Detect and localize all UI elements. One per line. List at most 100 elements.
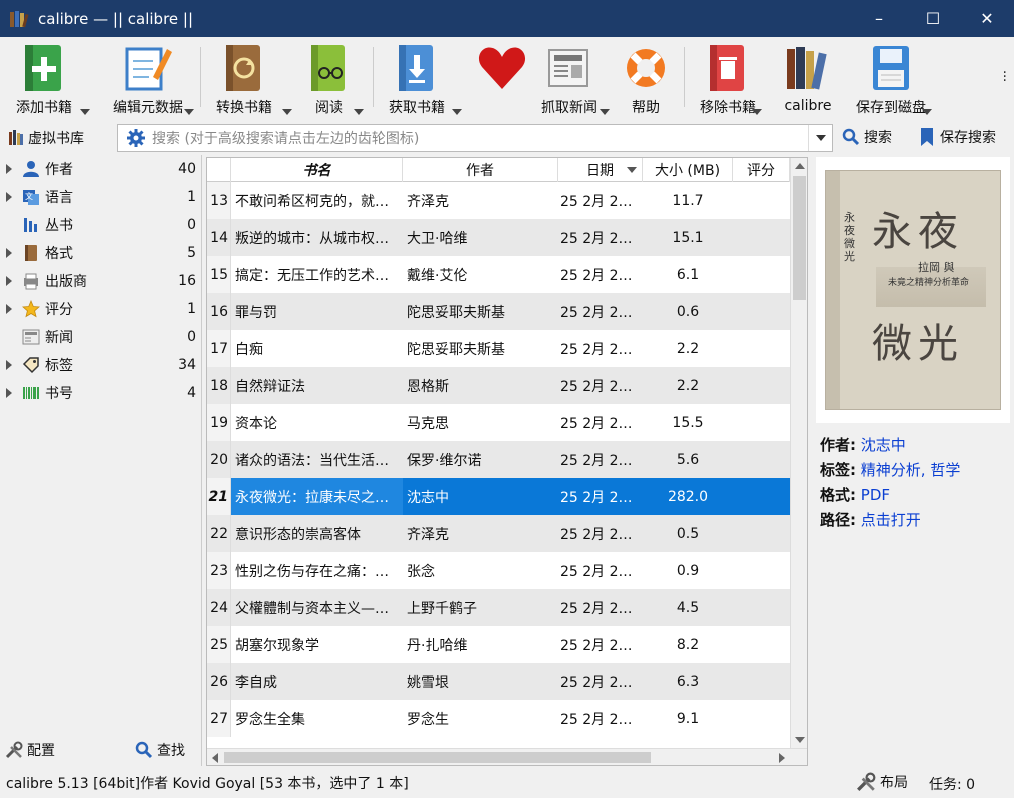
table-row[interactable]: 14 叛逆的城市：从城市权… 大卫·哈维 25 2月 2… 15.1 (207, 219, 790, 256)
donate-button[interactable] (472, 41, 532, 117)
table-row[interactable]: 23 性别之伤与存在之痛：… 张念 25 2月 2… 0.9 (207, 552, 790, 589)
date-cell[interactable]: 25 2月 2… (558, 441, 643, 478)
rating-cell[interactable] (733, 552, 790, 589)
date-cell[interactable]: 25 2月 2… (558, 256, 643, 293)
fetch-news-button[interactable]: 抓取新闻 (538, 41, 600, 117)
row-number-cell[interactable]: 17 (207, 330, 231, 367)
size-cell[interactable]: 15.5 (643, 404, 733, 441)
row-number-cell[interactable]: 24 (207, 589, 231, 626)
author-cell[interactable]: 戴维·艾伦 (403, 256, 558, 293)
expand-arrow-icon[interactable] (6, 304, 12, 314)
author-cell[interactable]: 保罗·维尔诺 (403, 441, 558, 478)
rating-cell[interactable] (733, 219, 790, 256)
table-row[interactable]: 13 不敢问希区柯克的，就… 齐泽克 25 2月 2… 11.7 (207, 182, 790, 219)
date-cell[interactable]: 25 2月 2… (558, 515, 643, 552)
rating-cell[interactable] (733, 404, 790, 441)
toolbar-overflow-icon[interactable]: · · · (1003, 66, 1007, 88)
book-cover[interactable]: 永夜微光 永夜 拉岡 與 未竟之精神分析革命 微光 (816, 157, 1010, 423)
remove-books-button[interactable]: 移除书籍 (691, 41, 765, 117)
minimize-button[interactable]: – (852, 0, 906, 37)
sidebar-item-formats[interactable]: 格式 5 (1, 239, 201, 267)
save-to-disk-dropdown[interactable] (922, 109, 932, 115)
rating-cell[interactable] (733, 441, 790, 478)
sidebar-item-authors[interactable]: 作者 40 (1, 155, 201, 183)
configure-button[interactable]: 配置 (5, 740, 55, 760)
table-row[interactable]: 20 诸众的语法：当代生活… 保罗·维尔诺 25 2月 2… 5.6 (207, 441, 790, 478)
column-header-size[interactable]: 大小 (MB) (643, 158, 733, 182)
expand-arrow-icon[interactable] (6, 164, 12, 174)
title-cell[interactable]: 白痴 (231, 330, 403, 367)
find-button[interactable]: 查找 (135, 740, 185, 760)
add-books-button[interactable]: 添加书籍 (4, 41, 84, 117)
author-cell[interactable]: 齐泽克 (403, 182, 558, 219)
table-row[interactable]: 19 资本论 马克思 25 2月 2… 15.5 (207, 404, 790, 441)
search-input[interactable]: 搜索 (对于高级搜索请点击左边的齿轮图标) (117, 124, 833, 152)
get-books-button[interactable]: 获取书籍 (380, 41, 454, 117)
sidebar-item-publishers[interactable]: 出版商 16 (1, 267, 201, 295)
row-number-cell[interactable]: 14 (207, 219, 231, 256)
author-cell[interactable]: 罗念生 (403, 700, 558, 737)
save-search-button[interactable]: 保存搜索 (920, 127, 996, 147)
expand-arrow-icon[interactable] (6, 276, 12, 286)
size-cell[interactable]: 5.6 (643, 441, 733, 478)
size-cell[interactable]: 282.0 (643, 478, 733, 515)
date-cell[interactable]: 25 2月 2… (558, 626, 643, 663)
scroll-up-icon[interactable] (795, 163, 805, 169)
rating-cell[interactable] (733, 293, 790, 330)
help-button[interactable]: 帮助 (618, 41, 674, 117)
table-row[interactable]: 15 搞定：无压工作的艺术… 戴维·艾伦 25 2月 2… 6.1 (207, 256, 790, 293)
row-number-cell[interactable]: 19 (207, 404, 231, 441)
sidebar-item-languages[interactable]: 文 语言 1 (1, 183, 201, 211)
format-link[interactable]: PDF (861, 486, 890, 504)
rating-cell[interactable] (733, 367, 790, 404)
author-cell[interactable]: 丹·扎哈维 (403, 626, 558, 663)
maximize-button[interactable]: ☐ (906, 0, 960, 37)
date-cell[interactable]: 25 2月 2… (558, 404, 643, 441)
author-cell[interactable]: 沈志中 (403, 478, 558, 515)
column-header-title[interactable]: 书名 (231, 158, 403, 182)
sidebar-item-tags[interactable]: 标签 34 (1, 351, 201, 379)
title-cell[interactable]: 意识形态的崇高客体 (231, 515, 403, 552)
row-number-cell[interactable]: 27 (207, 700, 231, 737)
table-row[interactable]: 24 父權體制与资本主义—… 上野千鹤子 25 2月 2… 4.5 (207, 589, 790, 626)
size-cell[interactable]: 4.5 (643, 589, 733, 626)
title-cell[interactable]: 资本论 (231, 404, 403, 441)
date-cell[interactable]: 25 2月 2… (558, 700, 643, 737)
expand-arrow-icon[interactable] (6, 360, 12, 370)
size-cell[interactable]: 2.2 (643, 367, 733, 404)
sidebar-item-rating[interactable]: 评分 1 (1, 295, 201, 323)
column-header-author[interactable]: 作者 (403, 158, 558, 182)
author-cell[interactable]: 大卫·哈维 (403, 219, 558, 256)
search-button[interactable]: 搜索 (842, 127, 892, 147)
author-link[interactable]: 沈志中 (861, 436, 906, 454)
title-cell[interactable]: 性别之伤与存在之痛：… (231, 552, 403, 589)
gear-icon[interactable] (126, 128, 146, 148)
title-cell[interactable]: 搞定：无压工作的艺术… (231, 256, 403, 293)
expand-arrow-icon[interactable] (6, 388, 12, 398)
rating-cell[interactable] (733, 515, 790, 552)
scrollbar-thumb[interactable] (224, 752, 651, 763)
size-cell[interactable]: 2.2 (643, 330, 733, 367)
size-cell[interactable]: 15.1 (643, 219, 733, 256)
edit-metadata-dropdown[interactable] (184, 109, 194, 115)
rating-cell[interactable] (733, 478, 790, 515)
size-cell[interactable]: 9.1 (643, 700, 733, 737)
date-cell[interactable]: 25 2月 2… (558, 589, 643, 626)
get-books-dropdown[interactable] (452, 109, 462, 115)
author-cell[interactable]: 马克思 (403, 404, 558, 441)
rating-cell[interactable] (733, 626, 790, 663)
row-number-cell[interactable]: 22 (207, 515, 231, 552)
title-cell[interactable]: 不敢问希区柯克的，就… (231, 182, 403, 219)
rating-cell[interactable] (733, 256, 790, 293)
path-link[interactable]: 点击打开 (861, 511, 921, 529)
author-cell[interactable]: 陀思妥耶夫斯基 (403, 330, 558, 367)
size-cell[interactable]: 8.2 (643, 626, 733, 663)
column-header-date[interactable]: 日期 (558, 158, 643, 182)
layout-button[interactable]: 布局 (856, 772, 908, 792)
title-cell[interactable]: 李自成 (231, 663, 403, 700)
convert-books-button[interactable]: 转换书籍 (205, 41, 283, 117)
scroll-left-icon[interactable] (212, 753, 218, 763)
scroll-right-icon[interactable] (779, 753, 785, 763)
scroll-down-icon[interactable] (795, 737, 805, 743)
row-number-cell[interactable]: 26 (207, 663, 231, 700)
